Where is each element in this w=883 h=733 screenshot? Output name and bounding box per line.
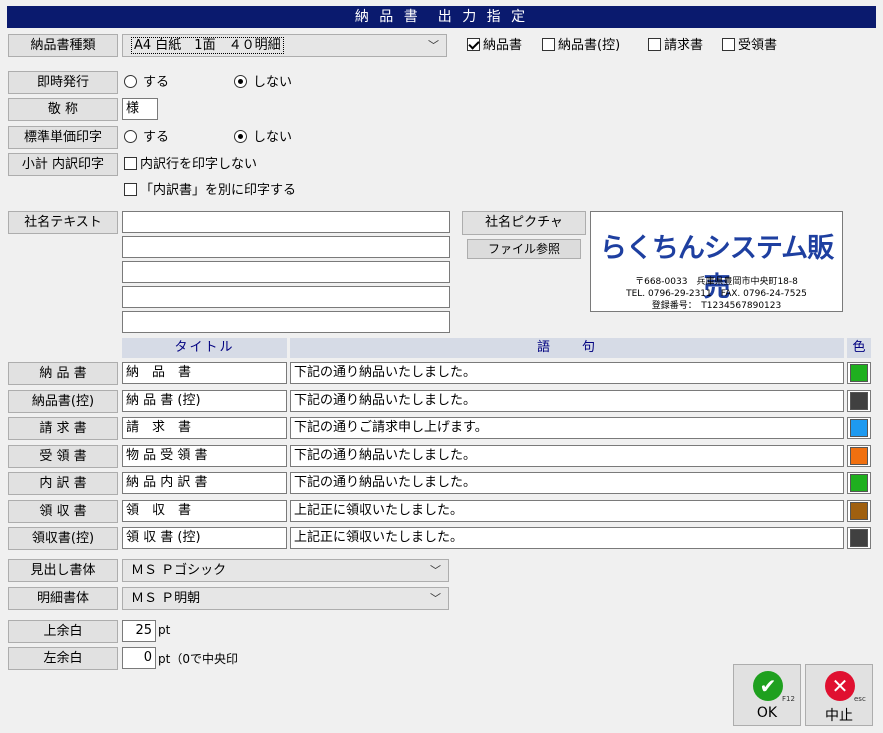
top-margin-label: 上余白 — [8, 620, 118, 643]
ok-label: OK — [756, 705, 778, 721]
company-picture-button[interactable]: 社名ピクチャ — [462, 211, 586, 235]
heading-font-value: ＭＳ Ｐゴシック — [131, 563, 227, 578]
row-label: 領 収 書 — [8, 500, 118, 523]
cancel-label: 中止 — [825, 708, 853, 724]
checkbox-icon — [467, 38, 480, 51]
radio-icon — [234, 75, 247, 88]
heading-font-label: 見出し書体 — [8, 559, 118, 582]
row-title-input[interactable]: 請 求 書 — [122, 417, 287, 439]
row-label: 請 求 書 — [8, 417, 118, 440]
honorific-input[interactable]: 様 — [122, 98, 158, 120]
row-label: 内 訳 書 — [8, 472, 118, 495]
col-header-color: 色 — [847, 338, 871, 358]
company-logo-image: らくちんシステム販売 〒668-0033 兵庫県豊岡市中央町18-8 TEL. … — [590, 211, 843, 312]
check-nouhinsho-hikae[interactable]: 納品書(控) — [542, 36, 620, 56]
company-text-line-3[interactable] — [122, 261, 450, 283]
row-title-input[interactable]: 領 収 書 — [122, 500, 287, 522]
unit-price-no-radio[interactable]: しない — [234, 128, 292, 148]
subtotal-separate-check[interactable]: 「内訳書」を別に印字する — [124, 181, 296, 201]
radio-icon — [234, 130, 247, 143]
row-phrase-input[interactable]: 下記の通り納品いたしました。 — [290, 445, 844, 467]
row-label: 納 品 書 — [8, 362, 118, 385]
checkbox-icon — [124, 157, 137, 170]
logo-reg: 登録番号： T1234567890123 — [651, 301, 782, 311]
row-color-swatch — [850, 364, 868, 382]
check-nouhinsho[interactable]: 納品書 — [467, 36, 522, 56]
row-color-swatch — [850, 474, 868, 492]
row-phrase-input[interactable]: 下記の通り納品いたしました。 — [290, 472, 844, 494]
company-text-line-2[interactable] — [122, 236, 450, 258]
company-text-line-4[interactable] — [122, 286, 450, 308]
ok-button[interactable]: ✔ F12 OK — [733, 664, 801, 726]
left-margin-input[interactable]: 0 — [122, 647, 156, 669]
detail-font-label: 明細書体 — [8, 587, 118, 610]
row-label: 領収書(控) — [8, 527, 118, 550]
row-phrase-input[interactable]: 下記の通りご請求申し上げます。 — [290, 417, 844, 439]
immediate-yes-radio[interactable]: する — [124, 73, 169, 93]
row-color-swatch — [850, 447, 868, 465]
checkbox-icon — [124, 183, 137, 196]
top-margin-input[interactable]: 25 — [122, 620, 156, 642]
checkbox-icon — [542, 38, 555, 51]
check-seikyusho[interactable]: 請求書 — [648, 36, 703, 56]
row-title-input[interactable]: 納 品 内 訳 書 — [122, 472, 287, 494]
browse-file-button[interactable]: ファイル参照 — [467, 239, 581, 259]
company-text-line-1[interactable] — [122, 211, 450, 233]
col-header-phrase: 語 句 — [290, 338, 844, 358]
company-text-line-5[interactable] — [122, 311, 450, 333]
left-margin-label: 左余白 — [8, 647, 118, 670]
cancel-button[interactable]: ✕ esc 中止 — [805, 664, 873, 726]
row-label: 受 領 書 — [8, 445, 118, 468]
row-title-input[interactable]: 領 収 書 (控) — [122, 527, 287, 549]
immediate-label: 即時発行 — [8, 71, 118, 94]
form-type-label: 納品書種類 — [8, 34, 118, 57]
checkbox-icon — [722, 38, 735, 51]
title-bar: 納 品 書 出 力 指 定 — [0, 0, 883, 30]
unit-price-yes-radio[interactable]: する — [124, 128, 169, 148]
immediate-no-radio[interactable]: しない — [234, 73, 292, 93]
row-phrase-input[interactable]: 上記正に領収いたしました。 — [290, 527, 844, 549]
chevron-down-icon: ﹀ — [430, 564, 441, 577]
row-phrase-input[interactable]: 上記正に領収いたしました。 — [290, 500, 844, 522]
company-text-label: 社名テキスト — [8, 211, 118, 234]
row-title-input[interactable]: 納 品 書 — [122, 362, 287, 384]
col-header-title: タイトル — [122, 338, 287, 358]
close-icon: ✕ — [825, 671, 855, 701]
honorific-label: 敬 称 — [8, 98, 118, 121]
form-type-value: A4 白紙 1面 ４０明細 — [131, 37, 284, 54]
form-type-select[interactable]: A4 白紙 1面 ４０明細 ﹀ — [122, 34, 447, 57]
row-title-input[interactable]: 物 品 受 領 書 — [122, 445, 287, 467]
subtotal-label: 小計 内訳印字 — [8, 153, 118, 176]
detail-font-value: ＭＳ Ｐ明朝 — [131, 591, 201, 606]
left-margin-unit: pt（0で中央印 — [158, 652, 238, 666]
row-title-input[interactable]: 納 品 書 (控) — [122, 390, 287, 412]
check-juryosho[interactable]: 受領書 — [722, 36, 777, 56]
row-phrase-input[interactable]: 下記の通り納品いたしました。 — [290, 362, 844, 384]
heading-font-select[interactable]: ＭＳ Ｐゴシック ﹀ — [122, 559, 449, 582]
top-margin-unit: pt — [158, 623, 171, 637]
row-label: 納品書(控) — [8, 390, 118, 413]
detail-font-select[interactable]: ＭＳ Ｐ明朝 ﹀ — [122, 587, 449, 610]
row-color-swatch — [850, 529, 868, 547]
row-color-swatch — [850, 502, 868, 520]
subtotal-no-breakdown-check[interactable]: 内訳行を印字しない — [124, 155, 257, 175]
ok-shortcut: F12 — [782, 695, 795, 703]
cancel-shortcut: esc — [854, 695, 866, 703]
radio-icon — [124, 130, 137, 143]
row-color-swatch — [850, 419, 868, 437]
checkbox-icon — [648, 38, 661, 51]
row-color-swatch — [850, 392, 868, 410]
unit-price-label: 標準単価印字 — [8, 126, 118, 149]
row-phrase-input[interactable]: 下記の通り納品いたしました。 — [290, 390, 844, 412]
radio-icon — [124, 75, 137, 88]
check-icon: ✔ — [753, 671, 783, 701]
chevron-down-icon: ﹀ — [430, 592, 441, 605]
chevron-down-icon: ﹀ — [428, 39, 439, 52]
window-title: 納 品 書 出 力 指 定 — [7, 6, 876, 28]
